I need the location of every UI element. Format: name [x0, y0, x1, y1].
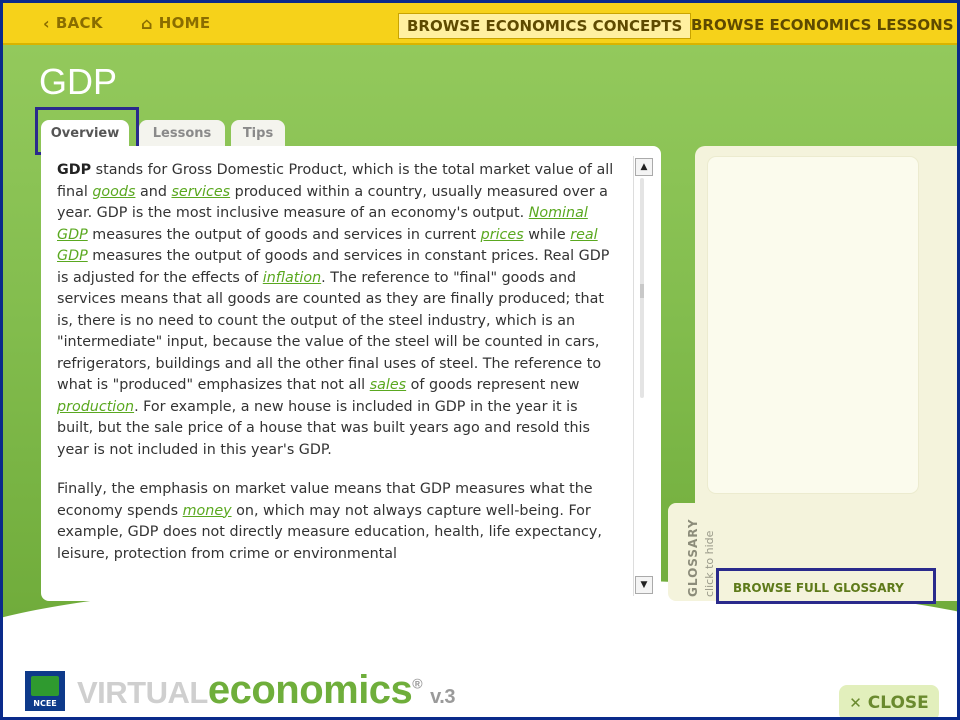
glossary-hide-hint[interactable]: click to hide	[703, 531, 716, 597]
ncee-logo: NCEE	[25, 671, 65, 711]
brand-wordmark: VIRTUALeconomics® v.3	[77, 668, 455, 713]
page-title: GDP	[39, 61, 118, 102]
top-nav-bar: ‹ BACK ⌂ HOME BROWSE ECONOMICS CONCEPTS …	[3, 3, 957, 45]
glossary-link-production[interactable]: production	[57, 399, 134, 415]
brand-economics: economics	[207, 668, 413, 712]
glossary-link-goods[interactable]: goods	[92, 184, 135, 200]
text-span: . For example, a new house is included i…	[57, 398, 590, 458]
tab-tips[interactable]: Tips	[231, 120, 285, 146]
back-label: BACK	[55, 14, 103, 32]
glossary-link-sales[interactable]: sales	[370, 377, 406, 393]
content-scrollbar[interactable]: ▲ ▼	[633, 156, 653, 596]
back-button[interactable]: ‹ BACK	[43, 3, 103, 43]
highlight-box-glossary	[716, 568, 936, 604]
logo-label: NCEE	[33, 699, 57, 708]
brand-registered-mark: ®	[412, 675, 423, 692]
tab-lessons[interactable]: Lessons	[139, 120, 225, 146]
text-span: while	[523, 226, 571, 243]
content-panel: GDP stands for Gross Domestic Product, w…	[41, 146, 661, 601]
text-span: . The reference to "final" goods and ser…	[57, 269, 604, 394]
text-span: measures the output of goods and service…	[87, 226, 481, 243]
browse-concepts-button[interactable]: BROWSE ECONOMICS CONCEPTS	[398, 13, 692, 39]
browse-lessons-button[interactable]: BROWSE ECONOMICS LESSONS	[691, 13, 954, 37]
glossary-content-area	[708, 157, 918, 493]
term-bold: GDP	[57, 162, 92, 178]
glossary-link-inflation[interactable]: inflation	[263, 270, 321, 286]
scroll-up-button[interactable]: ▲	[635, 158, 653, 176]
scroll-thumb[interactable]	[640, 284, 644, 298]
glossary-label[interactable]: GLOSSARY	[686, 518, 700, 597]
glossary-link-money[interactable]: money	[183, 503, 232, 519]
home-button[interactable]: ⌂ HOME	[141, 3, 210, 43]
app-window: ‹ BACK ⌂ HOME BROWSE ECONOMICS CONCEPTS …	[0, 0, 960, 720]
home-label: HOME	[158, 14, 211, 32]
close-button[interactable]: ✕ CLOSE	[839, 685, 939, 717]
glossary-link-services[interactable]: services	[171, 184, 230, 200]
glossary-link-prices[interactable]: prices	[481, 227, 524, 243]
content-text: GDP stands for Gross Domestic Product, w…	[57, 160, 617, 590]
paragraph-1: GDP stands for Gross Domestic Product, w…	[57, 160, 617, 461]
text-span: and	[135, 183, 172, 200]
text-span: of goods represent new	[406, 377, 580, 393]
chevron-left-icon: ‹	[43, 13, 50, 33]
book-icon	[31, 676, 59, 696]
brand-virtual: VIRTUAL	[77, 675, 208, 710]
close-label: CLOSE	[867, 693, 929, 713]
close-icon: ✕	[849, 694, 862, 712]
brand-version: v.3	[430, 686, 455, 708]
paragraph-2: Finally, the emphasis on market value me…	[57, 479, 617, 565]
home-icon: ⌂	[141, 13, 153, 33]
scroll-down-button[interactable]: ▼	[635, 576, 653, 594]
